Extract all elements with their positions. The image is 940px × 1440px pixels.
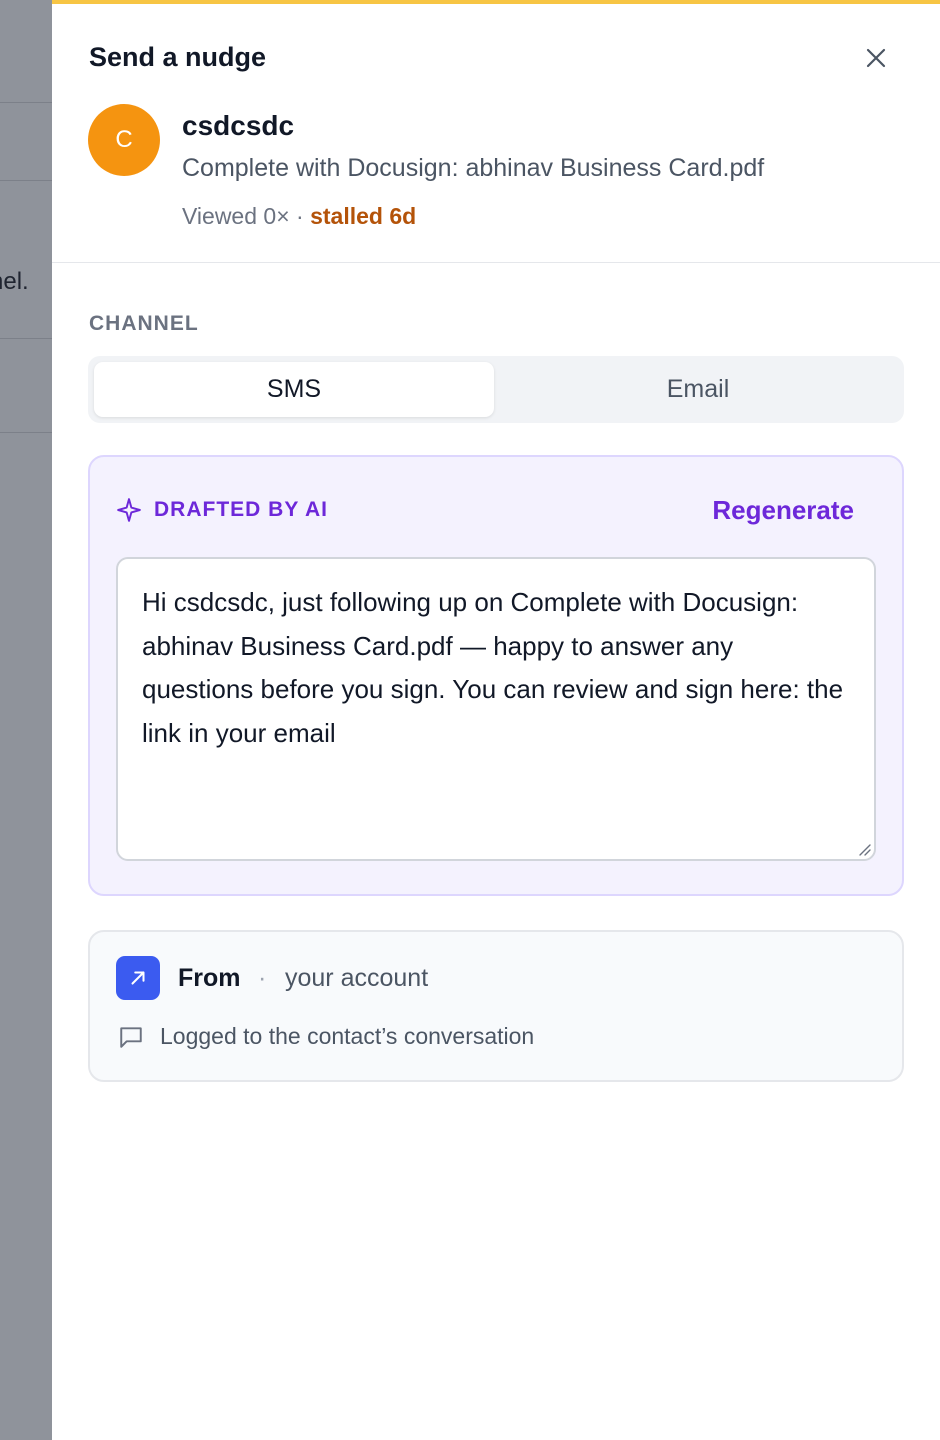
document-meta: Viewed 0× · stalled 6d [182,203,416,230]
backdrop-divider [0,432,52,433]
sender-card: From · your account Logged to the contac… [88,930,904,1082]
nudge-drawer: Send a nudge C csdcsdc Complete with Doc… [52,0,940,1440]
backdrop-partial-text: nel. [0,268,29,295]
resize-handle-icon[interactable] [856,841,872,857]
sender-icon-badge [116,956,160,1000]
contact-name: csdcsdc [182,110,295,141]
meta-separator: · [296,203,304,229]
close-button[interactable] [858,40,894,76]
regenerate-button[interactable]: Regenerate [712,495,854,526]
backdrop-divider [0,180,52,181]
viewed-count: Viewed 0× [182,203,290,229]
sparkle-icon [117,498,141,522]
backdrop-divider [0,102,52,103]
avatar: C [88,104,160,176]
channel-tab-sms[interactable]: SMS [94,362,494,417]
ai-draft-card: DRAFTED BY AI Regenerate Hi csdcsdc, jus… [88,455,904,896]
avatar-initial: C [115,126,133,153]
arrow-up-right-icon [131,971,145,985]
document-name: Complete with Docusign: abhinav Business… [182,154,765,182]
from-label: From [178,964,241,992]
channel-selector: SMS Email [88,356,904,423]
channel-tab-email[interactable]: Email [498,362,898,417]
close-icon [866,48,886,68]
backdrop-divider [0,338,52,339]
drawer-title: Send a nudge [89,42,267,72]
status-badge: stalled 6d [310,203,417,229]
ai-draft-header: DRAFTED BY AI [116,497,328,523]
chat-bubble-icon [120,1027,142,1048]
page-backdrop: nel. [0,0,52,1440]
log-note: Logged to the contact’s conversation [160,1023,535,1049]
message-textarea[interactable]: Hi csdcsdc, just following up on Complet… [116,557,876,861]
from-separator: · [258,964,267,992]
from-account: your account [285,964,429,992]
ai-draft-label: DRAFTED BY AI [154,498,329,521]
header-divider [52,262,940,263]
channel-label: CHANNEL [89,312,199,335]
